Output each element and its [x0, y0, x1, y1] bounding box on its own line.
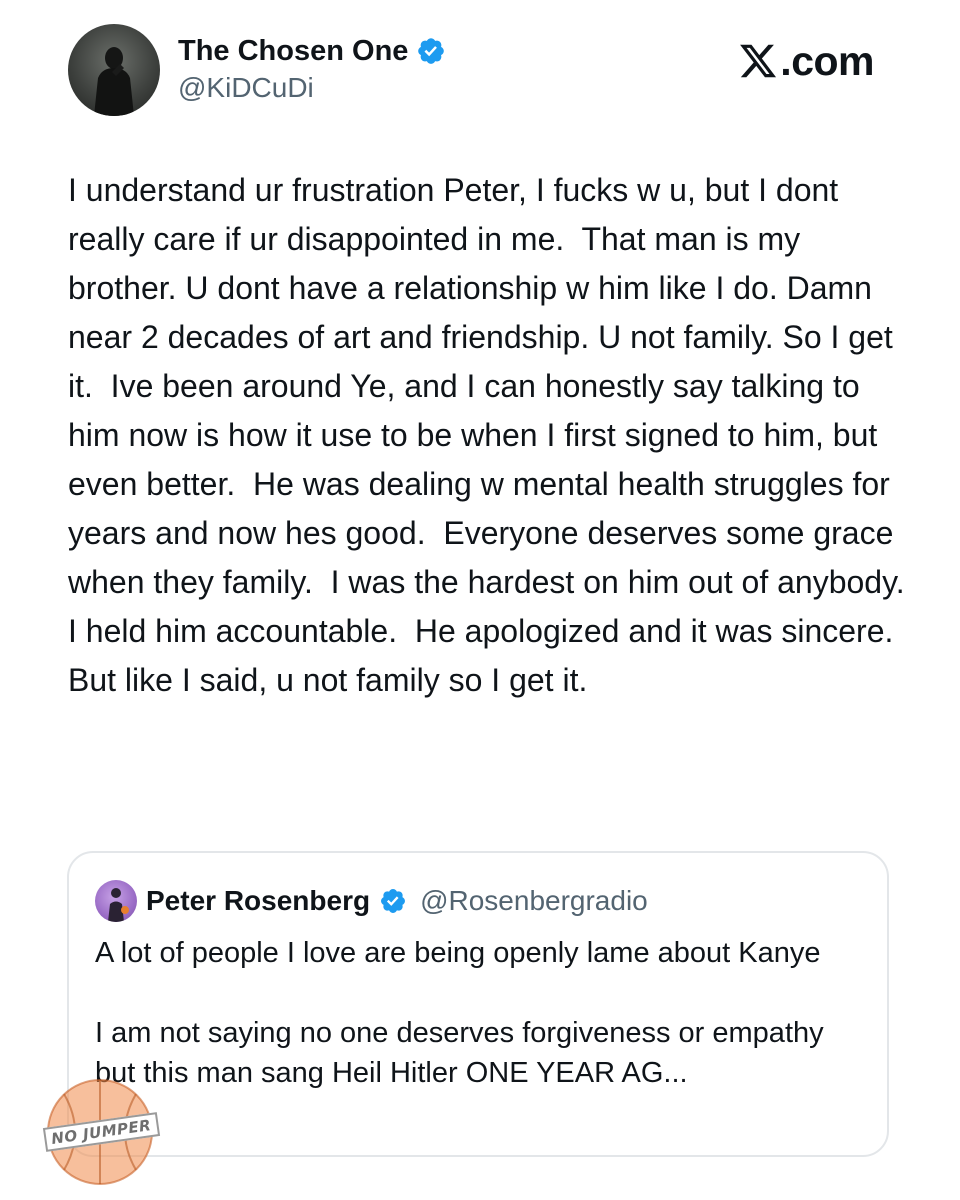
quoted-avatar-figure — [108, 888, 129, 922]
tweet-text: I understand ur frustration Peter, I fuc… — [68, 172, 914, 698]
site-label: .com — [780, 37, 874, 84]
quoted-author-avatar[interactable] — [95, 880, 137, 922]
author-avatar-figure — [94, 47, 134, 116]
quoted-author-name[interactable]: Peter Rosenberg — [146, 885, 370, 917]
author-name-row: The Chosen One — [178, 31, 446, 71]
quoted-tweet-card[interactable]: Peter Rosenberg @Rosenbergradio A lot of… — [67, 851, 889, 1157]
author-display-name[interactable]: The Chosen One — [178, 35, 408, 68]
author-avatar[interactable] — [68, 24, 160, 116]
quoted-tweet-header: Peter Rosenberg @Rosenbergradio — [95, 879, 648, 923]
verified-badge-icon — [416, 36, 446, 66]
tweet-screenshot: The Chosen One @KiDCuDi .com I understan… — [0, 0, 960, 1200]
author-handle[interactable]: @KiDCuDi — [178, 72, 314, 104]
quoted-author-handle[interactable]: @Rosenbergradio — [420, 885, 648, 917]
verified-badge-icon — [379, 887, 407, 915]
site-mark: .com — [738, 38, 874, 84]
x-logo-icon — [738, 41, 778, 81]
quoted-tweet-text: A lot of people I love are being openly … — [95, 937, 824, 1089]
